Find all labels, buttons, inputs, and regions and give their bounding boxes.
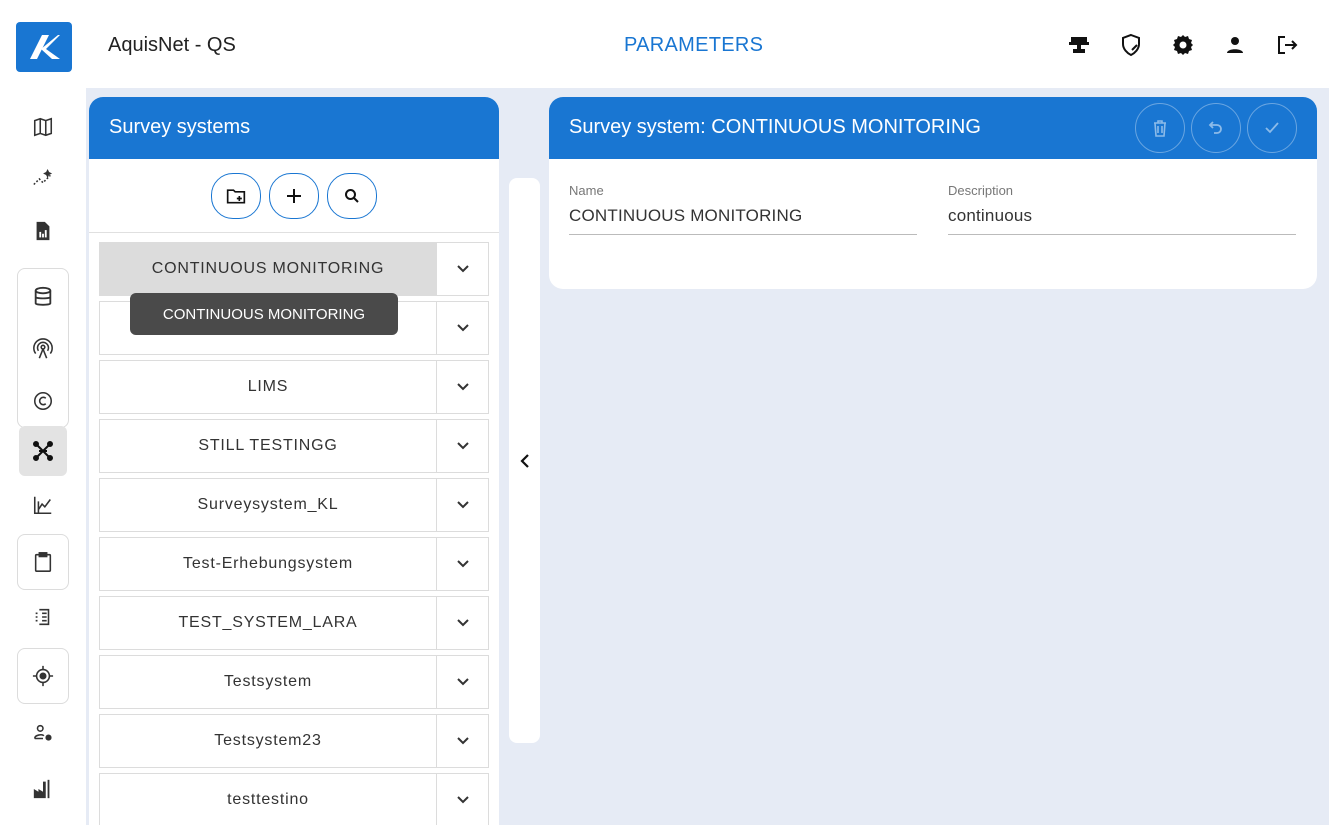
list-item[interactable]: Testsystem23: [99, 714, 489, 768]
trash-icon: [1154, 120, 1166, 137]
list-item[interactable]: CONTINUOUS MONITORING: [99, 242, 489, 296]
target-icon[interactable]: [19, 651, 67, 701]
chevron-down-icon: [456, 619, 469, 627]
list-item-label[interactable]: Surveysystem_KL: [100, 479, 436, 531]
list-item[interactable]: testtestino: [99, 773, 489, 825]
gear-icon[interactable]: [1170, 32, 1195, 57]
undo-icon: [1208, 121, 1222, 134]
app-title: AquisNet - QS: [108, 34, 236, 56]
expand-button[interactable]: [436, 420, 488, 472]
list-item[interactable]: STILL TESTINGG: [99, 419, 489, 473]
chart-icon[interactable]: [19, 480, 67, 530]
chevron-down-icon: [456, 796, 469, 804]
name-field[interactable]: Name CONTINUOUS MONITORING: [569, 183, 917, 235]
collapse-panel-button[interactable]: [509, 178, 540, 743]
map-icon[interactable]: [19, 102, 67, 152]
name-input[interactable]: CONTINUOUS MONITORING: [569, 206, 917, 235]
name-label: Name: [569, 183, 604, 198]
list-item[interactable]: Surveysystem_KL: [99, 478, 489, 532]
clipboard-icon[interactable]: [19, 537, 67, 587]
list-item[interactable]: Test-Erhebungsystem: [99, 537, 489, 591]
list-item-label[interactable]: TEST_SYSTEM_LARA: [100, 597, 436, 649]
antenna-icon[interactable]: [19, 324, 67, 374]
add-folder-button[interactable]: [211, 172, 261, 219]
shield-edit-icon[interactable]: [1118, 32, 1143, 57]
list-icon[interactable]: [19, 592, 67, 642]
factory-icon[interactable]: [19, 764, 67, 814]
survey-system-detail: Survey system: CONTINUOUS MONITORING Nam…: [549, 97, 1317, 289]
chevron-left-icon: [519, 453, 529, 468]
side-navigation: [0, 88, 86, 825]
delete-button[interactable]: [1135, 103, 1185, 153]
expand-button[interactable]: [436, 715, 488, 767]
top-bar: AquisNet - QS PARAMETERS: [0, 0, 1329, 88]
list-item-label[interactable]: Test-Erhebungsystem: [100, 538, 436, 590]
list-item[interactable]: LIMS: [99, 360, 489, 414]
expand-button[interactable]: [436, 361, 488, 413]
tools-icon[interactable]: [1066, 32, 1091, 57]
plus-icon: [287, 188, 301, 203]
expand-button[interactable]: [436, 656, 488, 708]
report-icon[interactable]: [19, 206, 67, 256]
database-icon[interactable]: [19, 272, 67, 322]
chevron-down-icon: [456, 442, 469, 450]
user-settings-icon[interactable]: [19, 708, 67, 758]
list-item-label[interactable]: Testsystem23: [100, 715, 436, 767]
logo[interactable]: [16, 22, 72, 72]
chevron-down-icon: [456, 737, 469, 745]
network-icon[interactable]: [19, 426, 67, 476]
copyright-icon[interactable]: [19, 376, 67, 426]
search-icon: [345, 188, 359, 203]
search-button[interactable]: [327, 172, 377, 219]
chevron-down-icon: [456, 265, 469, 273]
logout-icon[interactable]: [1274, 32, 1299, 57]
add-button[interactable]: [269, 172, 319, 219]
page-title: PARAMETERS: [624, 34, 764, 56]
description-field[interactable]: Description continuous: [948, 183, 1296, 235]
undo-button[interactable]: [1191, 103, 1241, 153]
list-item-label[interactable]: Testsystem: [100, 656, 436, 708]
user-icon[interactable]: [1222, 32, 1247, 57]
description-input[interactable]: continuous: [948, 206, 1296, 235]
check-icon: [1265, 122, 1279, 134]
expand-button[interactable]: [436, 774, 488, 825]
tooltip: CONTINUOUS MONITORING: [130, 293, 398, 335]
chevron-down-icon: [456, 324, 469, 332]
description-label: Description: [948, 183, 1014, 198]
expand-button[interactable]: [436, 243, 488, 295]
chevron-down-icon: [456, 383, 469, 391]
list-item-label[interactable]: CONTINUOUS MONITORING: [100, 243, 436, 295]
save-button[interactable]: [1247, 103, 1297, 153]
list-item-label[interactable]: STILL TESTINGG: [100, 420, 436, 472]
list-item[interactable]: TEST_SYSTEM_LARA: [99, 596, 489, 650]
list-item-label[interactable]: LIMS: [100, 361, 436, 413]
expand-button[interactable]: [436, 538, 488, 590]
panel-toolbar: [89, 159, 499, 233]
chevron-down-icon: [456, 678, 469, 686]
expand-button[interactable]: [436, 597, 488, 649]
trend-icon[interactable]: [19, 154, 67, 204]
chevron-down-icon: [456, 560, 469, 568]
panel-title: Survey systems: [89, 97, 499, 159]
detail-title: Survey system: CONTINUOUS MONITORING: [569, 116, 981, 138]
list-item-label[interactable]: testtestino: [100, 774, 436, 825]
folder-add-icon: [226, 188, 246, 203]
expand-button[interactable]: [436, 479, 488, 531]
expand-button[interactable]: [436, 302, 488, 354]
chevron-down-icon: [456, 501, 469, 509]
list-item[interactable]: Testsystem: [99, 655, 489, 709]
